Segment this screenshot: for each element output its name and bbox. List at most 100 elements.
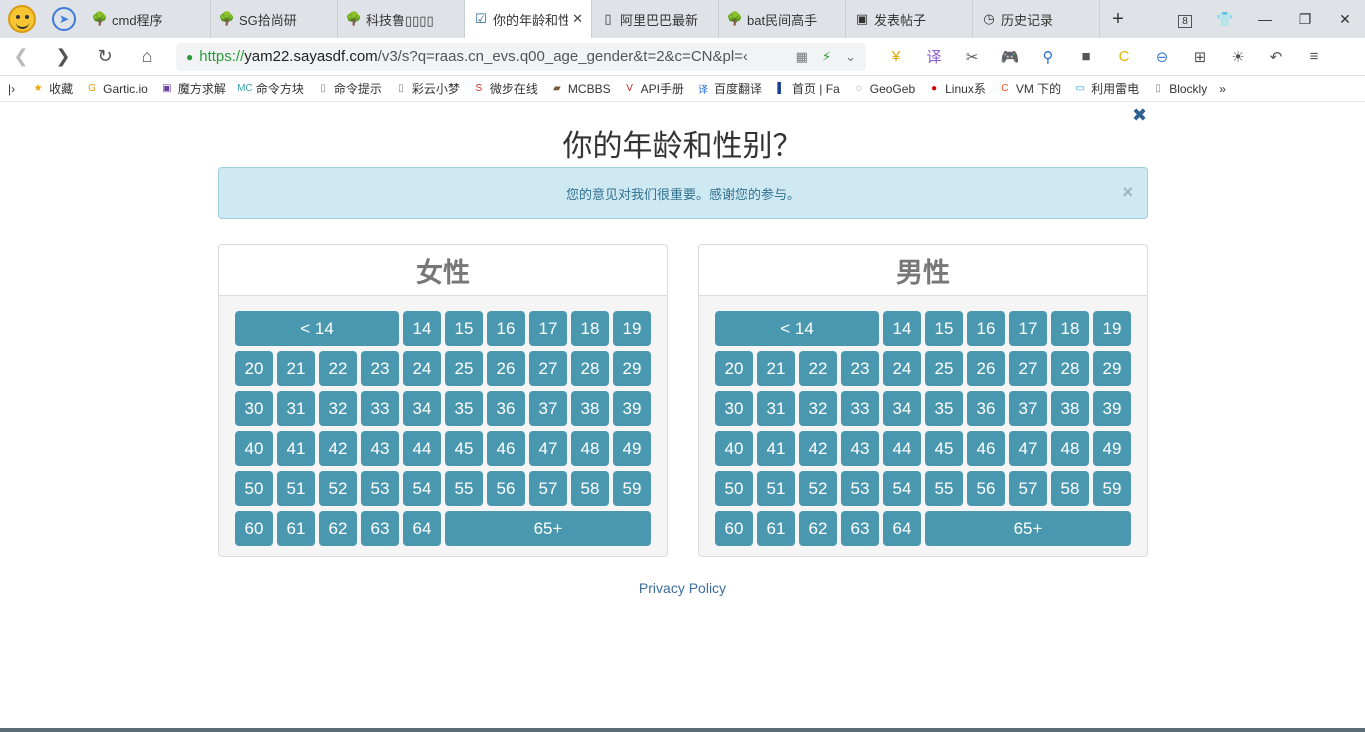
menu-icon[interactable]: ≡ — [1302, 48, 1326, 65]
male-age-button[interactable]: 31 — [757, 391, 795, 426]
bookmark-item[interactable]: ▯ 彩云小梦 — [394, 80, 460, 97]
male-age-button[interactable]: 35 — [925, 391, 963, 426]
male-age-button[interactable]: 62 — [799, 511, 837, 546]
url-field[interactable]: ● https:// yam22.sayasdf.com /v3/s?q=raa… — [176, 42, 866, 71]
female-age-button[interactable]: 65+ — [445, 511, 651, 546]
bookmark-item[interactable]: ▌ 首页 | Fa — [774, 80, 839, 97]
male-age-button[interactable]: 27 — [1009, 351, 1047, 386]
tab-0[interactable]: 🌳 cmd程序 — [84, 0, 211, 38]
female-age-button[interactable]: 42 — [319, 431, 357, 466]
female-age-button[interactable]: 51 — [277, 471, 315, 506]
male-age-button[interactable]: 46 — [967, 431, 1005, 466]
bookmark-item[interactable]: V API手册 — [623, 80, 684, 97]
female-age-button[interactable]: 30 — [235, 391, 273, 426]
male-age-button[interactable]: 65+ — [925, 511, 1131, 546]
female-age-button[interactable]: 29 — [613, 351, 651, 386]
qr-code-icon[interactable]: ▦ — [796, 49, 808, 65]
female-age-button[interactable]: 16 — [487, 311, 525, 346]
more-bookmarks-icon[interactable]: » — [1219, 82, 1226, 96]
bookmark-item[interactable]: ▰ MCBBS — [550, 82, 611, 96]
female-age-button[interactable]: 17 — [529, 311, 567, 346]
male-age-button[interactable]: 15 — [925, 311, 963, 346]
male-age-button[interactable]: 20 — [715, 351, 753, 386]
male-age-button[interactable]: 34 — [883, 391, 921, 426]
c-extension-icon[interactable]: C — [1112, 48, 1136, 65]
extension-icon[interactable]: ■ — [1074, 48, 1098, 65]
female-age-button[interactable]: 33 — [361, 391, 399, 426]
reload-button[interactable]: ↻ — [84, 46, 126, 67]
male-age-button[interactable]: 26 — [967, 351, 1005, 386]
tab-6[interactable]: ▣ 发表帖子 — [846, 0, 973, 38]
male-age-button[interactable]: 43 — [841, 431, 879, 466]
female-age-button[interactable]: 18 — [571, 311, 609, 346]
female-age-button[interactable]: 43 — [361, 431, 399, 466]
female-age-button[interactable]: 37 — [529, 391, 567, 426]
female-age-button[interactable]: 27 — [529, 351, 567, 386]
male-age-button[interactable]: 54 — [883, 471, 921, 506]
female-age-button[interactable]: 63 — [361, 511, 399, 546]
male-age-button[interactable]: 19 — [1093, 311, 1131, 346]
tab-4[interactable]: ▯ 阿里巴巴最新 — [592, 0, 719, 38]
tab-2[interactable]: 🌳 科技鲁▯▯▯▯ — [338, 0, 465, 38]
female-age-button[interactable]: 19 — [613, 311, 651, 346]
search-icon[interactable]: ⚲ — [1036, 48, 1060, 66]
female-age-button[interactable]: 62 — [319, 511, 357, 546]
male-age-button[interactable]: 44 — [883, 431, 921, 466]
female-age-button[interactable]: 31 — [277, 391, 315, 426]
bookmark-item[interactable]: G Gartic.io — [85, 82, 148, 96]
brightness-icon[interactable]: ☀ — [1226, 48, 1250, 66]
female-age-button[interactable]: 34 — [403, 391, 441, 426]
male-age-button[interactable]: 53 — [841, 471, 879, 506]
male-age-button[interactable]: 30 — [715, 391, 753, 426]
female-age-button[interactable]: 57 — [529, 471, 567, 506]
skin-icon[interactable]: 👕 — [1205, 11, 1245, 28]
male-age-button[interactable]: 45 — [925, 431, 963, 466]
new-tab-button[interactable]: + — [1100, 0, 1136, 38]
male-age-button[interactable]: 52 — [799, 471, 837, 506]
translate-icon[interactable]: 译 — [922, 46, 946, 67]
female-age-button[interactable]: 38 — [571, 391, 609, 426]
tab-3[interactable]: ☑ 你的年龄和性 ✕ — [465, 0, 592, 38]
male-age-button[interactable]: 37 — [1009, 391, 1047, 426]
male-age-button[interactable]: 22 — [799, 351, 837, 386]
female-age-button[interactable]: 41 — [277, 431, 315, 466]
male-age-button[interactable]: 63 — [841, 511, 879, 546]
male-age-button[interactable]: 48 — [1051, 431, 1089, 466]
male-age-button[interactable]: 38 — [1051, 391, 1089, 426]
female-age-button[interactable]: 55 — [445, 471, 483, 506]
female-age-button[interactable]: 48 — [571, 431, 609, 466]
male-age-button[interactable]: 60 — [715, 511, 753, 546]
female-age-button[interactable]: 21 — [277, 351, 315, 386]
female-age-button[interactable]: 54 — [403, 471, 441, 506]
female-age-button[interactable]: 56 — [487, 471, 525, 506]
female-age-button[interactable]: 36 — [487, 391, 525, 426]
lightning-icon[interactable]: ⚡ — [822, 49, 831, 65]
male-age-button[interactable]: 14 — [883, 311, 921, 346]
male-age-button[interactable]: 64 — [883, 511, 921, 546]
undo-icon[interactable]: ↶ — [1264, 48, 1288, 66]
bookmark-item[interactable]: ▯ 命令提示 — [316, 80, 382, 97]
male-age-button[interactable]: 25 — [925, 351, 963, 386]
female-age-button[interactable]: 25 — [445, 351, 483, 386]
alert-dismiss-icon[interactable]: × — [1122, 182, 1133, 203]
male-age-button[interactable]: 21 — [757, 351, 795, 386]
male-age-button[interactable]: < 14 — [715, 311, 879, 346]
forward-button[interactable]: ❯ — [42, 46, 84, 67]
male-age-button[interactable]: 16 — [967, 311, 1005, 346]
maximize-button[interactable]: ❐ — [1285, 11, 1325, 28]
male-age-button[interactable]: 51 — [757, 471, 795, 506]
male-age-button[interactable]: 57 — [1009, 471, 1047, 506]
male-age-button[interactable]: 36 — [967, 391, 1005, 426]
female-age-button[interactable]: 61 — [277, 511, 315, 546]
bookmark-item[interactable]: ▣ 魔方求解 — [160, 80, 226, 97]
male-age-button[interactable]: 29 — [1093, 351, 1131, 386]
male-age-button[interactable]: 59 — [1093, 471, 1131, 506]
scissors-icon[interactable]: ✂ — [960, 48, 984, 66]
female-age-button[interactable]: 49 — [613, 431, 651, 466]
female-age-button[interactable]: 53 — [361, 471, 399, 506]
female-age-button[interactable]: 15 — [445, 311, 483, 346]
tab-7[interactable]: ◷ 历史记录 — [973, 0, 1100, 38]
tab-1[interactable]: 🌳 SG拾尚研 — [211, 0, 338, 38]
female-age-button[interactable]: 60 — [235, 511, 273, 546]
female-age-button[interactable]: 39 — [613, 391, 651, 426]
